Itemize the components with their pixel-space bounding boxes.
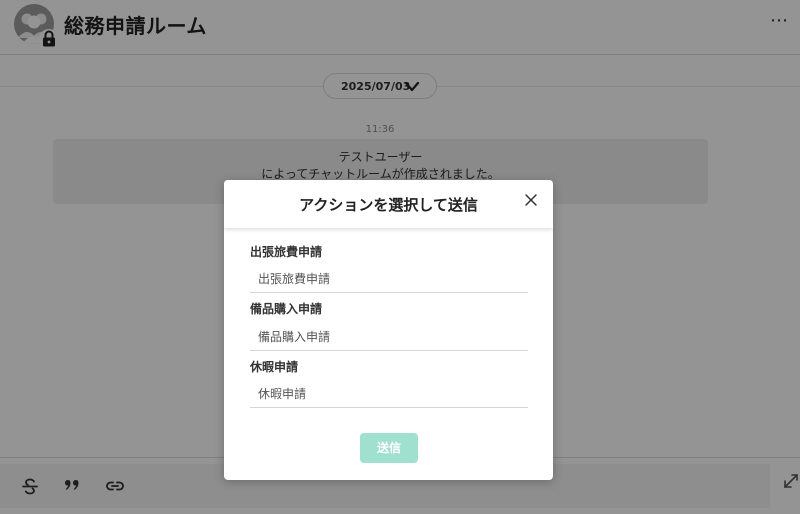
close-icon[interactable] <box>523 192 539 208</box>
send-button[interactable]: 送信 <box>360 433 418 463</box>
field-label-travel-expense: 出張旅費申請 <box>250 245 323 259</box>
leave-request-input[interactable] <box>250 380 528 408</box>
field-label-equipment-purchase: 備品購入申請 <box>250 302 323 316</box>
modal-title: アクションを選択して送信 <box>299 196 478 214</box>
travel-expense-input[interactable] <box>250 265 528 293</box>
chat-app: 総務申請ルーム ⋯ 2025/07/03 11:36 テストユーザー によってチ… <box>0 0 800 514</box>
action-modal: アクションを選択して送信 出張旅費申請 備品購入申請 休暇申請 送信 <box>224 180 553 480</box>
field-label-leave-request: 休暇申請 <box>250 360 299 374</box>
modal-header: アクションを選択して送信 <box>224 180 553 228</box>
equipment-purchase-input[interactable] <box>250 323 528 351</box>
